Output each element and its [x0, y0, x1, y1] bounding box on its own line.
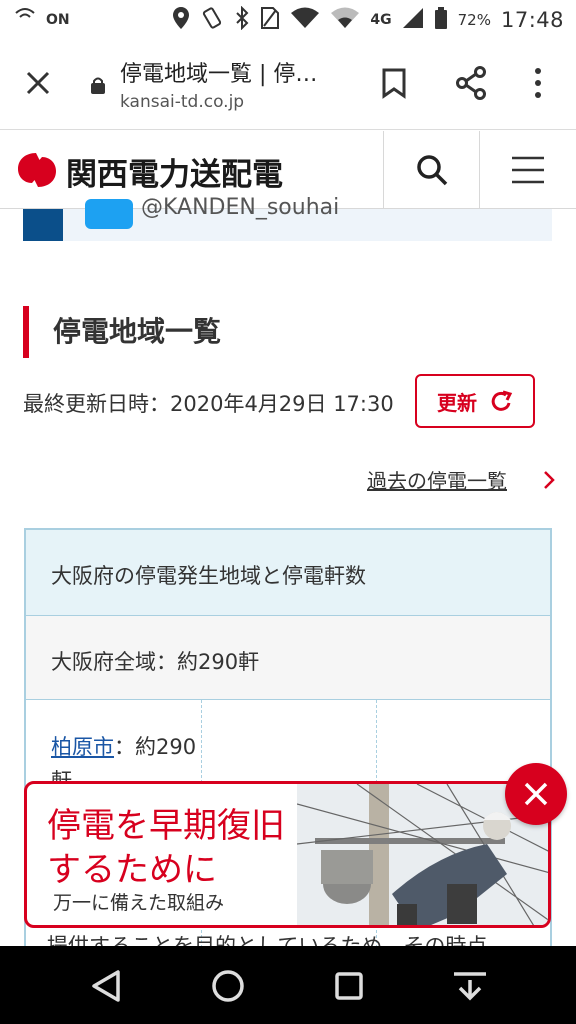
- promo-banner[interactable]: 停電を早期復旧 するために 万一に備えた取組み: [24, 781, 551, 928]
- bookmark-icon: [382, 68, 406, 99]
- browser-toolbar: 停電地域一覧 | 停… kansai-td.co.jp: [0, 40, 576, 130]
- share-icon: [456, 66, 486, 100]
- bookmark-button[interactable]: [381, 67, 407, 99]
- site-search-button[interactable]: [383, 131, 479, 209]
- recents-button[interactable]: [329, 966, 369, 1006]
- home-button[interactable]: [208, 966, 248, 1006]
- close-icon: [524, 782, 548, 806]
- clock: 17:48: [500, 8, 564, 32]
- city-link[interactable]: 柏原市: [51, 735, 114, 759]
- section-title: 停電地域一覧: [23, 306, 221, 358]
- back-button[interactable]: [88, 966, 128, 1006]
- battery-percent: 72%: [457, 11, 491, 29]
- battery-icon: [434, 6, 448, 35]
- hide-keyboard-button[interactable]: [450, 966, 490, 1006]
- page-title: 停電地域一覧 | 停…: [120, 62, 318, 87]
- no-sim-icon: [260, 6, 280, 35]
- site-menu-button[interactable]: [479, 131, 576, 209]
- brand-name[interactable]: 関西電力送配電: [66, 149, 283, 194]
- vibrate-icon: [200, 6, 224, 35]
- close-icon: [26, 71, 50, 95]
- banner-headline-1: 停電を早期復旧: [47, 806, 285, 846]
- url-text[interactable]: kansai-td.co.jp: [120, 92, 244, 112]
- nfc-icon: [12, 5, 38, 36]
- download-arrow-icon: [454, 972, 486, 1001]
- twitter-icon: [85, 199, 133, 229]
- close-tab-button[interactable]: [22, 67, 54, 99]
- system-nav-bar: [0, 946, 576, 1024]
- last-updated-text: 最終更新日時：2020年4月29日 17:30: [23, 392, 394, 416]
- chevron-right-icon: [542, 470, 556, 490]
- home-circle-icon: [212, 970, 244, 1002]
- brand-logo-icon[interactable]: [14, 149, 60, 191]
- refresh-button[interactable]: 更新: [415, 374, 535, 428]
- table-total-row: 大阪府全域：約290軒: [26, 616, 550, 700]
- share-button[interactable]: [455, 66, 487, 100]
- lock-icon: [90, 76, 106, 94]
- accent-bar: [23, 209, 63, 241]
- wifi-icon: [290, 6, 320, 35]
- table-header: 大阪府の停電発生地域と停電軒数: [26, 530, 550, 616]
- twitter-handle: @KANDEN_souhai: [141, 195, 340, 220]
- cell-signal-icon: [402, 6, 424, 35]
- more-vert-icon: [535, 68, 541, 98]
- status-bar: ON 4G 72% 17:48: [0, 0, 576, 40]
- twitter-account-strip[interactable]: @KANDEN_souhai: [23, 195, 552, 241]
- refresh-label: 更新: [437, 390, 477, 415]
- signal-type-label: 4G: [370, 12, 392, 28]
- refresh-icon: [491, 390, 513, 411]
- overflow-menu-button[interactable]: [528, 66, 548, 100]
- search-icon: [416, 155, 447, 186]
- wifi-weak-icon: [330, 6, 360, 35]
- banner-subtitle: 万一に備えた取組み: [53, 892, 225, 914]
- recents-square-icon: [335, 972, 363, 1000]
- network-label: ON: [46, 12, 70, 28]
- hamburger-icon: [512, 156, 544, 184]
- past-outages-link[interactable]: 過去の停電一覧: [367, 465, 507, 494]
- bluetooth-icon: [234, 5, 250, 35]
- location-icon: [172, 6, 190, 35]
- banner-headline-2: するために: [47, 850, 217, 890]
- banner-close-button[interactable]: [505, 763, 567, 825]
- back-triangle-icon: [92, 970, 120, 1002]
